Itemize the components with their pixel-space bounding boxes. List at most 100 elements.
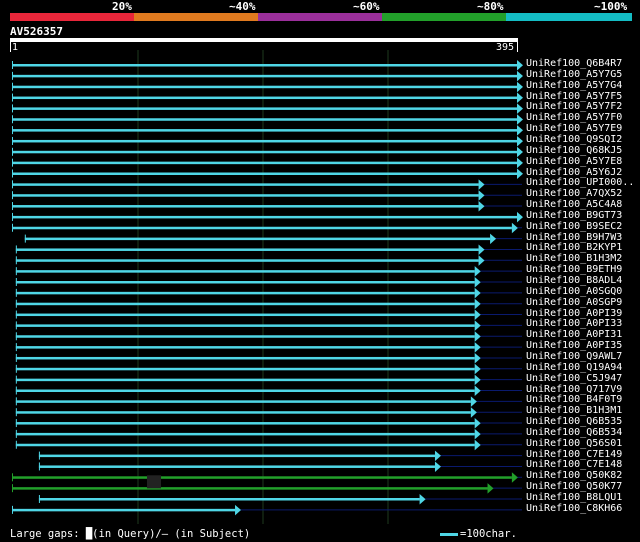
hit-label[interactable]: UniRef100_Q19A94: [526, 362, 622, 373]
hit-label[interactable]: UniRef100_A0PI33: [526, 318, 622, 329]
hit-bar: [15, 432, 475, 436]
hit-arrow-icon: [517, 125, 523, 136]
hit-arrow-icon: [474, 418, 481, 429]
hit-row: [15, 320, 522, 331]
hit-label[interactable]: UniRef100_A5Y7E9: [526, 123, 622, 134]
hit-label[interactable]: UniRef100_Q6B534: [526, 427, 622, 438]
hit-start-tick: [12, 202, 13, 211]
hit-arrow-icon: [517, 135, 523, 147]
hit-label[interactable]: UniRef100_UPI000..: [526, 177, 634, 188]
hit-label[interactable]: UniRef100_A5Y7F5: [526, 91, 622, 102]
hit-label[interactable]: UniRef100_B8ADL4: [526, 275, 622, 286]
hit-bar: [12, 85, 517, 89]
hit-start-tick: [38, 451, 40, 460]
hit-arrow-icon: [474, 342, 481, 353]
hit-start-tick: [24, 234, 26, 243]
hit-start-tick: [15, 278, 17, 286]
hit-label[interactable]: UniRef100_B1H3M2: [526, 253, 622, 264]
hit-label[interactable]: UniRef100_Q50K77: [526, 481, 622, 492]
hit-start-tick: [12, 169, 13, 178]
hit-label[interactable]: UniRef100_A5Y7E8: [526, 156, 622, 167]
hit-bar: [12, 161, 517, 165]
hit-bar: [12, 205, 479, 208]
hit-label[interactable]: UniRef100_A5C4A8: [526, 199, 622, 210]
hit-label[interactable]: UniRef100_B2KYP1: [526, 242, 622, 253]
hit-arrow-icon: [474, 266, 481, 277]
hit-label[interactable]: UniRef100_Q9AWL7: [526, 351, 622, 362]
hit-label[interactable]: UniRef100_B9SEC2: [526, 221, 622, 232]
hit-row: [15, 244, 522, 255]
hit-label[interactable]: UniRef100_A0SGQ0: [526, 286, 622, 297]
hit-label[interactable]: UniRef100_C7E148: [526, 459, 622, 470]
hit-label[interactable]: UniRef100_A0SGP9: [526, 297, 622, 308]
hit-label[interactable]: UniRef100_C5J947: [526, 373, 622, 384]
hit-start-tick: [15, 364, 17, 373]
hit-row: [12, 103, 523, 114]
hit-row: [12, 211, 523, 223]
hit-start-tick: [12, 61, 13, 69]
query-gap-block: [147, 475, 161, 489]
hit-label[interactable]: UniRef100_Q68KJ5: [526, 145, 622, 156]
hit-row: [12, 125, 523, 136]
hit-bar: [12, 508, 236, 512]
hit-arrow-icon: [517, 70, 523, 82]
hit-row: [15, 396, 522, 407]
hit-label[interactable]: UniRef100_B9ETH9: [526, 264, 622, 275]
hit-bar: [12, 118, 517, 121]
hit-start-tick: [15, 397, 17, 406]
hit-bar: [15, 356, 475, 360]
hit-row: [12, 146, 523, 158]
hit-row: [12, 114, 523, 125]
hit-row: [12, 135, 523, 147]
hit-label[interactable]: UniRef100_B4F0T9: [526, 394, 622, 405]
hit-arrow-icon: [474, 363, 481, 375]
hit-row: [15, 331, 522, 342]
hit-row: [38, 461, 522, 472]
hit-arrow-icon: [517, 60, 523, 71]
hit-row: [12, 168, 523, 179]
hit-label[interactable]: UniRef100_A5Y6J2: [526, 167, 622, 178]
hit-label[interactable]: UniRef100_Q6B535: [526, 416, 622, 427]
hit-start-tick: [15, 440, 17, 449]
hit-label[interactable]: UniRef100_Q56S01: [526, 438, 622, 449]
hit-row: [15, 342, 522, 353]
hit-label[interactable]: UniRef100_Q50K82: [526, 470, 622, 481]
hit-label[interactable]: UniRef100_Q717V9: [526, 384, 622, 395]
hit-label[interactable]: UniRef100_B9GT73: [526, 210, 622, 221]
hit-row: [12, 179, 522, 190]
hit-label[interactable]: UniRef100_C8KH66: [526, 503, 622, 514]
hit-row: [24, 233, 522, 245]
hit-arrow-icon: [474, 352, 481, 364]
hit-arrow-icon: [474, 331, 481, 342]
hit-bar: [15, 367, 475, 371]
hit-row: [15, 266, 522, 277]
hit-start-tick: [12, 473, 13, 482]
hit-bar: [12, 215, 517, 219]
hit-start-tick: [15, 267, 17, 276]
hit-label[interactable]: UniRef100_A5Y7G5: [526, 69, 622, 80]
hit-start-tick: [12, 484, 13, 493]
hit-label[interactable]: UniRef100_A5Y7F2: [526, 101, 622, 112]
hit-label[interactable]: UniRef100_A5Y7F0: [526, 112, 622, 123]
hit-label[interactable]: UniRef100_C7E149: [526, 449, 622, 460]
hit-label[interactable]: UniRef100_Q6B4R7: [526, 58, 622, 69]
hit-label[interactable]: UniRef100_A7QX52: [526, 188, 622, 199]
hit-arrow-icon: [235, 504, 242, 516]
hit-arrow-icon: [474, 277, 481, 288]
hit-bar: [12, 194, 479, 197]
hit-label[interactable]: UniRef100_B9H7W3: [526, 232, 622, 243]
hit-label[interactable]: UniRef100_Q9SQI2: [526, 134, 622, 145]
hit-label[interactable]: UniRef100_B1H3M1: [526, 405, 622, 416]
hit-start-tick: [12, 212, 13, 221]
hit-label[interactable]: UniRef100_B8LQU1: [526, 492, 622, 503]
hit-label[interactable]: UniRef100_A5Y7G4: [526, 80, 622, 91]
hit-label[interactable]: UniRef100_A0PI39: [526, 308, 622, 319]
hit-arrow-icon: [478, 201, 485, 212]
hit-arrow-icon: [478, 244, 485, 255]
hit-label[interactable]: UniRef100_A0PI31: [526, 329, 622, 340]
hit-row: [15, 309, 522, 321]
hit-arrow-icon: [478, 190, 485, 201]
hit-arrow-icon: [517, 211, 523, 223]
hit-bar: [38, 498, 420, 501]
hit-label[interactable]: UniRef100_A0PI35: [526, 340, 622, 351]
